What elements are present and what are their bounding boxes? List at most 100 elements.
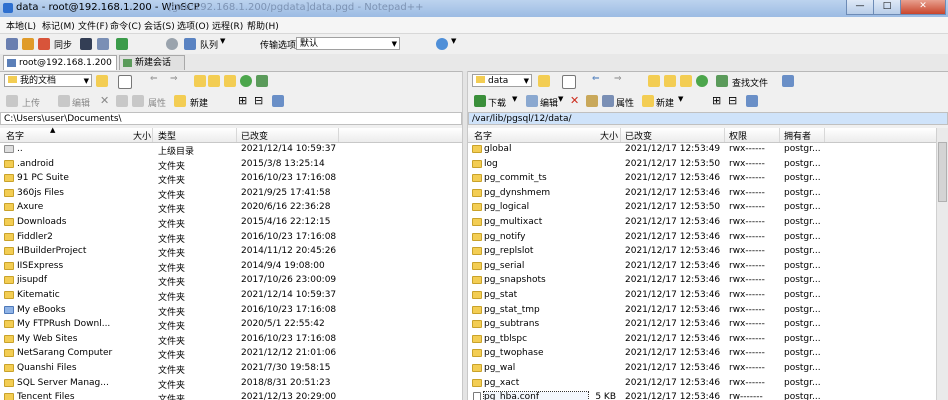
- new-window-icon[interactable]: [6, 38, 18, 50]
- table-row[interactable]: pg_tblspc 2021/12/17 12:53:46 rwx------ pos…: [468, 333, 936, 348]
- table-row[interactable]: HBuilderProject 文件夹 2014/11/12 20:45:26: [0, 245, 462, 260]
- find-files-icon[interactable]: [256, 75, 268, 87]
- table-row[interactable]: .android 文件夹 2015/3/8 13:25:14: [0, 158, 462, 173]
- find-files-button[interactable]: 查找文件: [732, 76, 768, 89]
- table-row[interactable]: pg_twophase 2021/12/17 12:53:46 rwx------ p…: [468, 347, 936, 362]
- download-chevron-down-icon[interactable]: ▼: [512, 95, 517, 103]
- forward-arrow-icon[interactable]: ⇒: [170, 74, 178, 84]
- find-files-icon[interactable]: [716, 75, 728, 87]
- table-row[interactable]: Tencent Files 文件夹 2021/12/13 20:29:00: [0, 391, 462, 400]
- unselect-icon[interactable]: ⊟: [254, 94, 263, 107]
- table-row[interactable]: pg_multixact 2021/12/17 12:53:46 rwx------…: [468, 216, 936, 231]
- right-location-select[interactable]: data ▼: [472, 74, 532, 87]
- table-row[interactable]: NetSarang Computer 文件夹 2021/12/12 21:01:06: [0, 347, 462, 362]
- open-folder-icon[interactable]: [538, 75, 550, 87]
- left-col-modified[interactable]: 已改变: [241, 129, 268, 142]
- putty-icon[interactable]: [116, 38, 128, 50]
- properties-icon[interactable]: [132, 95, 144, 107]
- refresh-icon[interactable]: [240, 75, 252, 87]
- minimize-button[interactable]: —: [846, 0, 874, 15]
- invert-selection-icon[interactable]: [746, 95, 758, 107]
- table-row[interactable]: pg_stat 2021/12/17 12:53:46 rwx------ postg…: [468, 289, 936, 304]
- tab-new-session[interactable]: 新建会话: [119, 55, 185, 70]
- back-arrow-icon[interactable]: ⇐: [592, 74, 600, 84]
- tree-icon[interactable]: [782, 75, 794, 87]
- table-row[interactable]: My Web Sites 文件夹 2016/10/23 17:16:08: [0, 333, 462, 348]
- left-new-button[interactable]: 新建: [190, 96, 208, 109]
- left-col-name[interactable]: 名字: [6, 129, 24, 142]
- right-properties-button[interactable]: 属性: [616, 96, 634, 109]
- back-arrow-icon[interactable]: ⇐: [150, 74, 158, 84]
- menu-files[interactable]: 文件(F): [78, 19, 108, 32]
- globe-chevron-down-icon[interactable]: ▼: [451, 37, 456, 45]
- download-icon[interactable]: [474, 95, 486, 107]
- delete-icon[interactable]: ✕: [100, 94, 109, 107]
- invert-selection-icon[interactable]: [272, 95, 284, 107]
- right-edit-button[interactable]: 编辑: [540, 96, 558, 109]
- menu-local[interactable]: 本地(L): [6, 19, 36, 32]
- right-col-rights[interactable]: 权限: [729, 129, 747, 142]
- table-row[interactable]: log 2021/12/17 12:53:50 rwx------ postgr...: [468, 158, 936, 173]
- download-button[interactable]: 下载: [488, 96, 506, 109]
- right-col-name[interactable]: 名字: [474, 129, 492, 142]
- right-new-button[interactable]: 新建: [656, 96, 674, 109]
- transfer-settings-select[interactable]: 默认 ▼: [296, 37, 400, 50]
- menu-remote[interactable]: 远程(R): [212, 19, 243, 32]
- edit-icon[interactable]: [58, 95, 70, 107]
- compare-icon[interactable]: [97, 38, 109, 50]
- table-row[interactable]: pg_wal 2021/12/17 12:53:46 rwx------ postgr…: [468, 362, 936, 377]
- table-row[interactable]: IISExpress 文件夹 2014/9/4 19:08:00: [0, 260, 462, 275]
- sync-icon[interactable]: [38, 38, 50, 50]
- terminal-icon[interactable]: [80, 38, 92, 50]
- table-row[interactable]: jisupdf 文件夹 2017/10/26 23:00:09: [0, 274, 462, 289]
- filter-icon[interactable]: [118, 75, 132, 89]
- left-location-select[interactable]: 我的文档 ▼: [4, 74, 92, 87]
- left-edit-button[interactable]: 编辑: [72, 96, 90, 109]
- queue-icon[interactable]: [184, 38, 196, 50]
- table-row[interactable]: My eBooks 文件夹 2016/10/23 17:16:08: [0, 304, 462, 319]
- select-all-icon[interactable]: ⊞: [712, 94, 721, 107]
- table-row[interactable]: pg_notify 2021/12/17 12:53:46 rwx------ pos…: [468, 231, 936, 246]
- root-folder-icon[interactable]: [664, 75, 676, 87]
- right-file-list[interactable]: global 2021/12/17 12:53:49 rwx------ postgr…: [468, 143, 936, 400]
- table-row[interactable]: SQL Server Manag... 文件夹 2018/8/31 20:51:23: [0, 377, 462, 392]
- table-row[interactable]: pg_logical 2021/12/17 12:53:50 rwx------ po…: [468, 201, 936, 216]
- table-row[interactable]: pg_replslot 2021/12/17 12:53:46 rwx------ p…: [468, 245, 936, 260]
- right-col-modified[interactable]: 已改变: [625, 129, 652, 142]
- tab-session[interactable]: root@192.168.1.200: [3, 55, 117, 70]
- upload-button[interactable]: 上传: [22, 96, 40, 109]
- explore-icon[interactable]: [22, 38, 34, 50]
- sync-button[interactable]: 同步: [54, 38, 72, 51]
- select-all-icon[interactable]: ⊞: [238, 94, 247, 107]
- upload-icon[interactable]: [6, 95, 18, 107]
- table-row[interactable]: global 2021/12/17 12:53:49 rwx------ postgr…: [468, 143, 936, 158]
- table-row[interactable]: pg_stat_tmp 2021/12/17 12:53:46 rwx------ p…: [468, 304, 936, 319]
- globe-icon[interactable]: [436, 38, 448, 50]
- refresh-icon[interactable]: [696, 75, 708, 87]
- scrollbar-thumb[interactable]: [938, 142, 947, 202]
- edit-chevron-down-icon[interactable]: ▼: [558, 95, 563, 103]
- menu-commands[interactable]: 命令(C): [110, 19, 141, 32]
- rename-icon[interactable]: [116, 95, 128, 107]
- filter-icon[interactable]: [562, 75, 576, 89]
- table-row[interactable]: Kitematic 文件夹 2021/12/14 10:59:37: [0, 289, 462, 304]
- table-row[interactable]: Fiddler2 文件夹 2016/10/23 17:16:08: [0, 231, 462, 246]
- table-row[interactable]: pg_hba.conf 5 KB 2021/12/17 12:53:46 rw----…: [468, 391, 936, 400]
- table-row[interactable]: pg_serial 2021/12/17 12:53:46 rwx------ pos…: [468, 260, 936, 275]
- left-file-list[interactable]: .. 上级目录 2021/12/14 10:59:37 .android 文件夹 2015…: [0, 143, 462, 400]
- right-col-owner[interactable]: 拥有者: [784, 129, 811, 142]
- parent-folder-icon[interactable]: [648, 75, 660, 87]
- close-button[interactable]: ✕: [900, 0, 946, 15]
- rename-icon[interactable]: [586, 95, 598, 107]
- table-row[interactable]: pg_snapshots 2021/12/17 12:53:46 rwx------…: [468, 274, 936, 289]
- menu-options[interactable]: 选项(O): [177, 19, 209, 32]
- left-col-size[interactable]: 大小: [133, 129, 151, 142]
- delete-icon[interactable]: ✕: [570, 94, 579, 107]
- table-row[interactable]: pg_subtrans 2021/12/17 12:53:46 rwx------ p…: [468, 318, 936, 333]
- home-icon[interactable]: [680, 75, 692, 87]
- table-row[interactable]: pg_commit_ts 2021/12/17 12:53:46 rwx------…: [468, 172, 936, 187]
- parent-folder-icon[interactable]: [194, 75, 206, 87]
- home-icon[interactable]: [224, 75, 236, 87]
- table-row[interactable]: Quanshi Files 文件夹 2021/7/30 19:58:15: [0, 362, 462, 377]
- edit-icon[interactable]: [526, 95, 538, 107]
